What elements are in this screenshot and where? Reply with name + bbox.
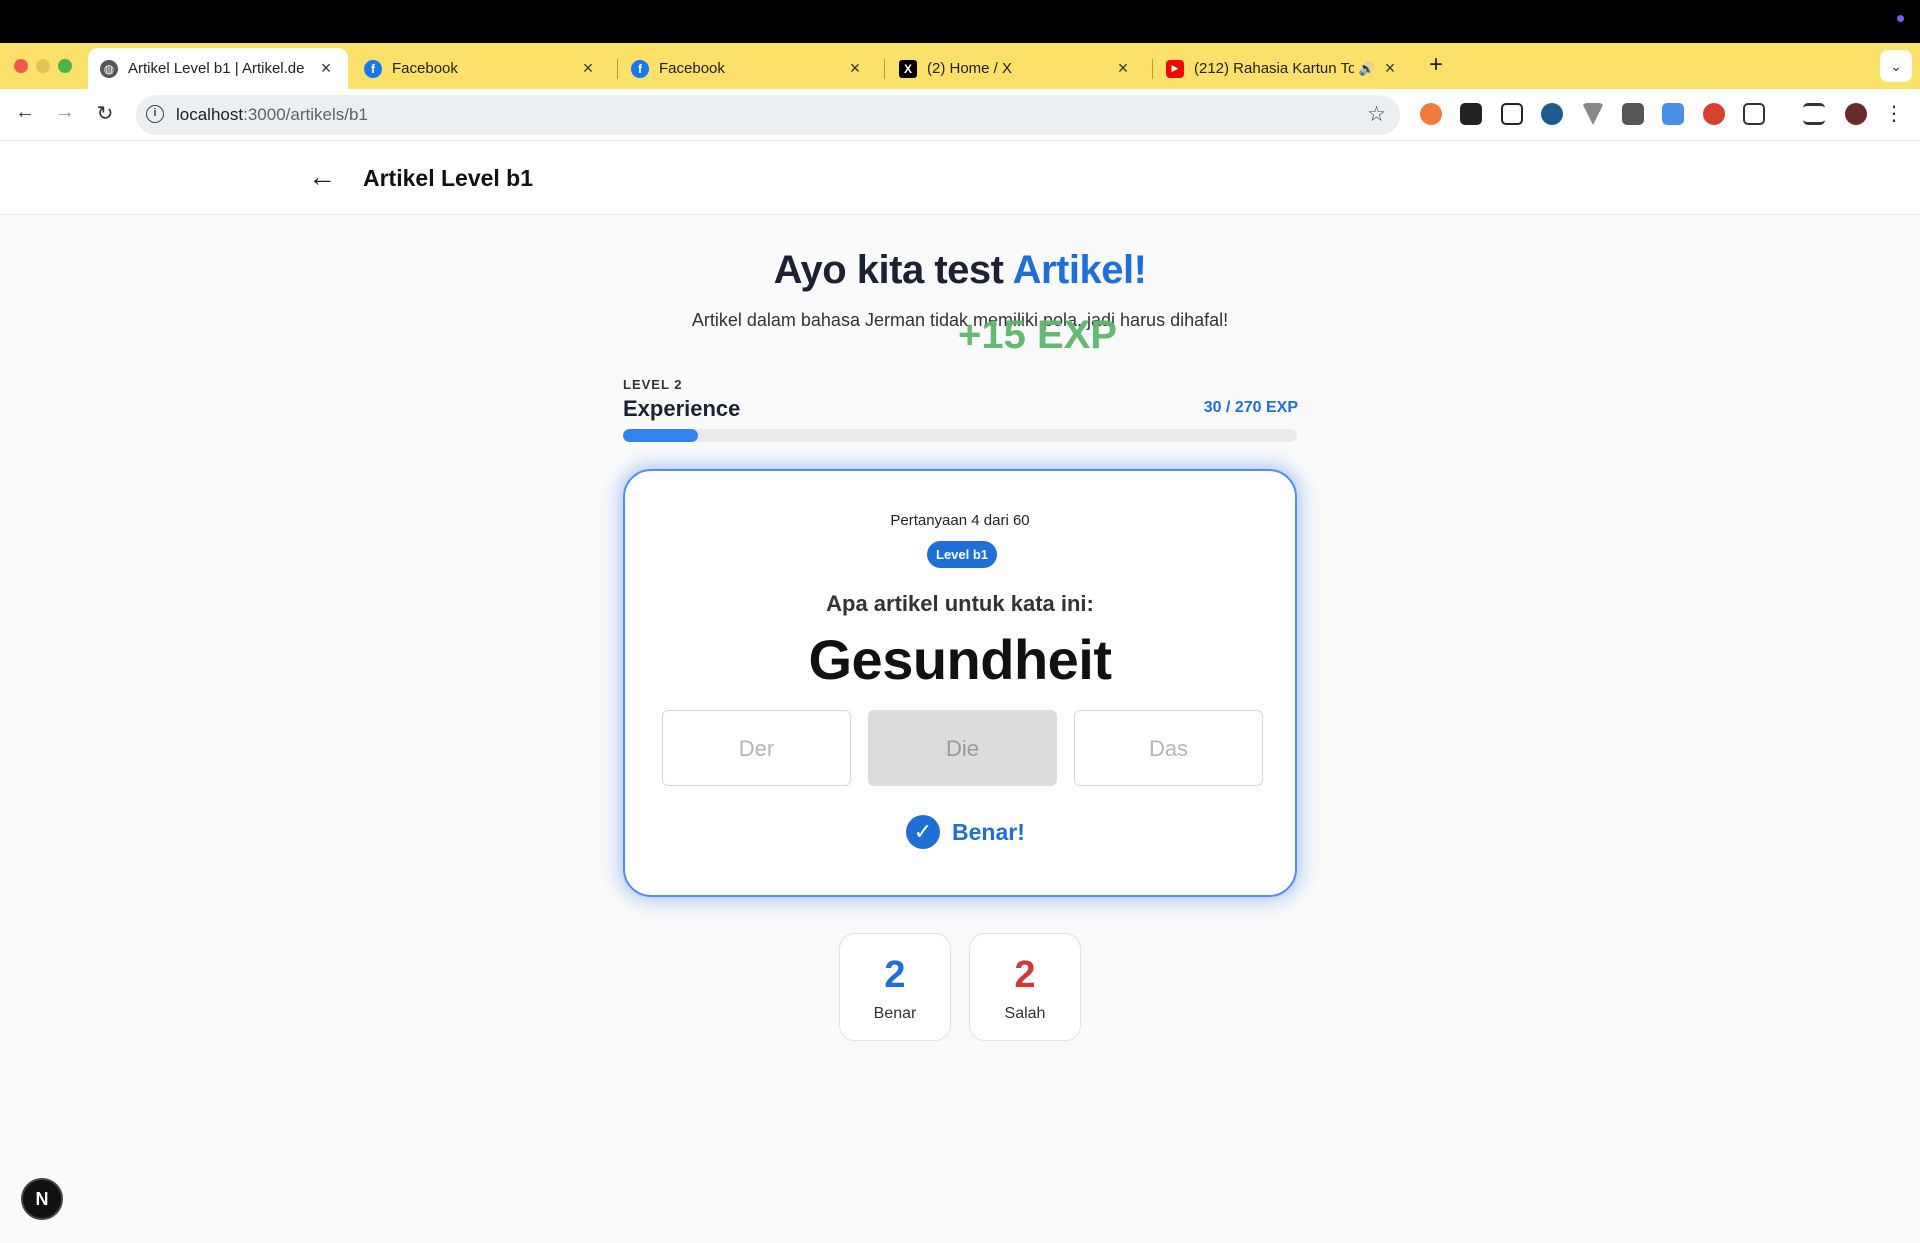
close-icon[interactable]: × bbox=[1113, 58, 1133, 79]
extension-icon[interactable] bbox=[1582, 103, 1604, 125]
option-die-button[interactable]: Die bbox=[868, 710, 1057, 786]
nextjs-dev-indicator[interactable]: N bbox=[21, 1178, 63, 1220]
puzzle-icon[interactable] bbox=[1743, 103, 1765, 125]
tab-facebook-2[interactable]: f Facebook × bbox=[619, 48, 877, 89]
new-tab-button[interactable]: + bbox=[1429, 51, 1443, 79]
address-bar[interactable]: i localhost:3000/artikels/b1 ☆ bbox=[136, 95, 1400, 135]
tab-strip: ◍ Artikel Level b1 | Artikel.de × f Face… bbox=[0, 43, 1920, 89]
pen-icon[interactable] bbox=[1501, 103, 1523, 125]
media-control-icon[interactable] bbox=[1803, 103, 1825, 125]
bookmark-star-icon[interactable]: ☆ bbox=[1367, 102, 1386, 127]
tab-facebook-1[interactable]: f Facebook × bbox=[352, 48, 610, 89]
extension-icon[interactable] bbox=[1662, 103, 1684, 125]
browser-toolbar: ← → ↻ i localhost:3000/artikels/b1 ☆ ⋮ bbox=[0, 89, 1920, 141]
tab-youtube[interactable]: ▶ (212) Rahasia Kartun Tom 🔊 × bbox=[1154, 48, 1412, 89]
wrong-label: Salah bbox=[1004, 1005, 1046, 1022]
app-header: ← Artikel Level b1 bbox=[0, 141, 1920, 215]
youtube-icon: ▶ bbox=[1166, 59, 1184, 78]
tab-title: (212) Rahasia Kartun Tom bbox=[1194, 60, 1354, 77]
back-button[interactable]: ← bbox=[11, 101, 39, 124]
wrong-count: 2 bbox=[1014, 954, 1036, 996]
back-arrow-icon[interactable]: ← bbox=[308, 161, 336, 193]
experience-label: Experience bbox=[623, 396, 741, 421]
option-der-button[interactable]: Der bbox=[662, 710, 851, 786]
close-icon[interactable]: × bbox=[578, 58, 598, 79]
tab-title: Facebook bbox=[659, 60, 725, 77]
level-label: LEVEL 2 bbox=[623, 377, 683, 392]
x-icon: X bbox=[899, 59, 917, 78]
status-dot bbox=[1897, 15, 1904, 22]
question-word: Gesundheit bbox=[808, 628, 1112, 691]
correct-label: Benar bbox=[873, 1005, 917, 1022]
result-feedback: ✓ Benar! bbox=[906, 815, 1025, 849]
tab-search-button[interactable]: ⌄ bbox=[1880, 50, 1912, 82]
question-counter: Pertanyaan 4 dari 60 bbox=[890, 512, 1030, 529]
facebook-icon: f bbox=[631, 59, 649, 78]
avatar[interactable] bbox=[1845, 103, 1867, 125]
exp-gain-popup: +15 EXP bbox=[958, 313, 1118, 357]
speaker-icon[interactable]: 🔊 bbox=[1354, 61, 1380, 77]
result-text: Benar! bbox=[952, 818, 1025, 845]
extension-icon[interactable] bbox=[1541, 103, 1563, 125]
question-prompt: Apa artikel untuk kata ini: bbox=[826, 591, 1094, 616]
tab-separator bbox=[617, 59, 618, 79]
maximize-window-button[interactable] bbox=[58, 59, 72, 73]
extension-icon[interactable] bbox=[1460, 103, 1482, 125]
minimize-window-button[interactable] bbox=[36, 59, 50, 73]
hero-title: Ayo kita test Artikel! bbox=[773, 248, 1147, 292]
tab-title: Artikel Level b1 | Artikel.de bbox=[128, 60, 305, 77]
page-title: Artikel Level b1 bbox=[363, 165, 534, 191]
level-badge: Level b1 bbox=[927, 541, 998, 568]
tab-separator bbox=[1152, 59, 1153, 79]
info-icon[interactable]: i bbox=[146, 105, 164, 123]
option-das-button[interactable]: Das bbox=[1074, 710, 1263, 786]
os-menu-bar bbox=[0, 0, 1920, 43]
tab-separator bbox=[884, 59, 885, 79]
globe-icon: ◍ bbox=[100, 59, 118, 78]
experience-progress-bar bbox=[623, 429, 1297, 442]
extension-icon[interactable] bbox=[1622, 103, 1644, 125]
correct-score-card: 2 Benar bbox=[839, 933, 951, 1041]
close-icon[interactable]: × bbox=[1380, 58, 1400, 79]
question-card: Pertanyaan 4 dari 60 Level b1 Apa artike… bbox=[623, 469, 1297, 897]
experience-value: 30 / 270 EXP bbox=[1203, 399, 1298, 416]
tab-title: (2) Home / X bbox=[927, 60, 1013, 77]
reload-button[interactable]: ↻ bbox=[91, 101, 119, 126]
tab-artikel[interactable]: ◍ Artikel Level b1 | Artikel.de × bbox=[88, 48, 348, 89]
forward-button[interactable]: → bbox=[51, 101, 79, 124]
extension-icon[interactable] bbox=[1703, 103, 1725, 125]
correct-count: 2 bbox=[884, 954, 906, 996]
tab-x-home[interactable]: X (2) Home / X × bbox=[887, 48, 1145, 89]
close-icon[interactable]: × bbox=[316, 58, 336, 79]
experience-progress-fill bbox=[623, 429, 698, 442]
wrong-score-card: 2 Salah bbox=[969, 933, 1081, 1041]
tab-title: Facebook bbox=[392, 60, 458, 77]
close-icon[interactable]: × bbox=[845, 58, 865, 79]
menu-icon[interactable]: ⋮ bbox=[1884, 101, 1904, 126]
extension-icon[interactable] bbox=[1420, 103, 1442, 125]
url-text[interactable]: localhost:3000/artikels/b1 bbox=[176, 105, 368, 125]
check-circle-icon: ✓ bbox=[906, 815, 940, 849]
facebook-icon: f bbox=[364, 59, 382, 78]
close-window-button[interactable] bbox=[14, 59, 28, 73]
